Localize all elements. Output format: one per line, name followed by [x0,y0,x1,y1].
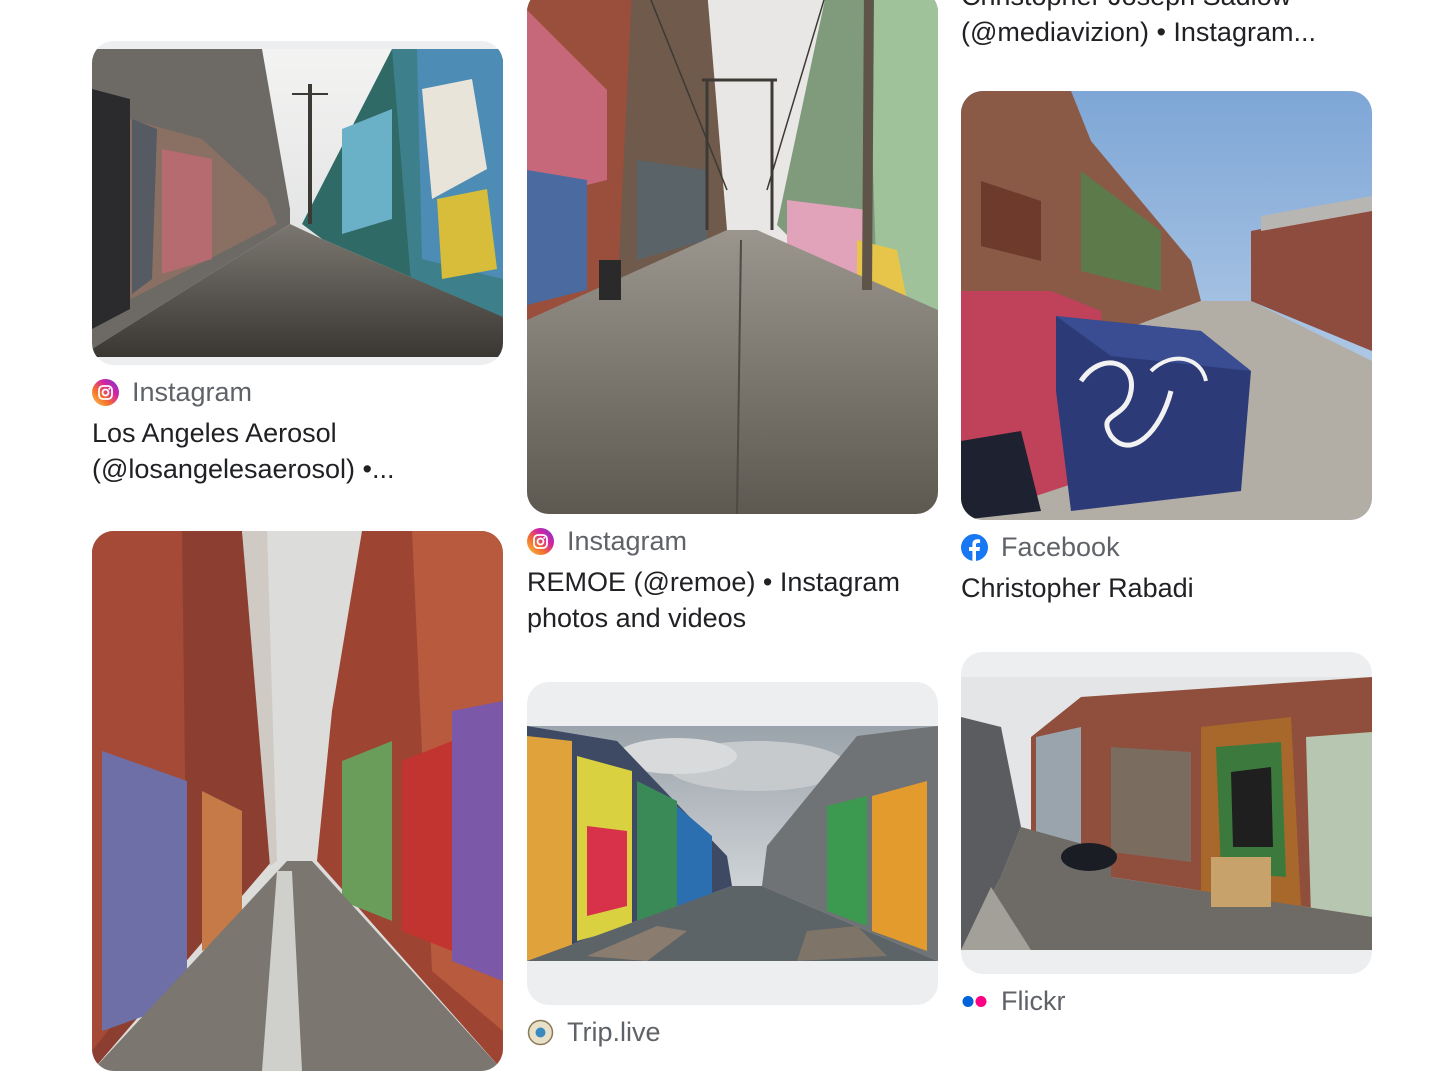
image-result-card[interactable]: Trip.live [527,682,938,1047]
result-source[interactable]: Trip.live [527,1017,938,1047]
result-source[interactable]: Instagram [527,526,938,556]
source-name: Facebook [1001,531,1120,562]
flickr-icon [961,988,988,1015]
trip-live-icon [527,1019,554,1046]
dumpster-graffiti-photo [961,91,1372,520]
alley-graffiti-photo [92,49,503,357]
brick-laneway-photo [961,677,1372,950]
facebook-icon [961,533,988,561]
source-name: Flickr [1001,985,1066,1016]
result-source[interactable]: Facebook [961,532,1372,562]
result-title[interactable]: Christopher Rabadi [961,570,1372,606]
instagram-icon [92,378,119,406]
result-source[interactable]: Flickr [961,986,1372,1016]
image-result-card[interactable]: Facebook Christopher Rabadi [961,91,1372,606]
image-result-card[interactable]: Flickr [961,652,1372,1016]
result-source[interactable]: Instagram [92,377,503,407]
source-name: Instagram [567,525,688,556]
image-result-card[interactable]: Instagram Los Angeles Aerosol (@losangel… [92,41,503,487]
result-thumbnail[interactable] [527,0,938,514]
partial-caption-line-2: (@mediavizion) • Instagram... [961,17,1316,47]
image-result-card[interactable]: Instagram REMOE (@remoe) • Instagram pho… [527,0,938,636]
result-thumbnail[interactable] [92,531,503,1071]
colorful-graffiti-alley-photo [527,726,938,961]
partial-result-caption[interactable]: Christopher Joseph Sadlow (@mediavizion)… [961,0,1372,50]
result-thumbnail[interactable] [961,652,1372,974]
brick-alley-photo [92,531,503,1071]
source-name: Instagram [132,376,253,407]
source-name: Trip.live [567,1016,661,1047]
result-title[interactable]: REMOE (@remoe) • Instagram photos and vi… [527,564,938,636]
result-title[interactable]: Los Angeles Aerosol (@losangelesaerosol)… [92,415,503,487]
result-thumbnail[interactable] [527,682,938,1005]
result-thumbnail[interactable] [961,91,1372,520]
result-thumbnail[interactable] [92,41,503,365]
image-result-card[interactable] [92,531,503,1071]
alley-powerlines-photo [527,0,938,514]
instagram-icon [527,527,554,555]
partial-caption-line-1: Christopher Joseph Sadlow [961,0,1372,14]
